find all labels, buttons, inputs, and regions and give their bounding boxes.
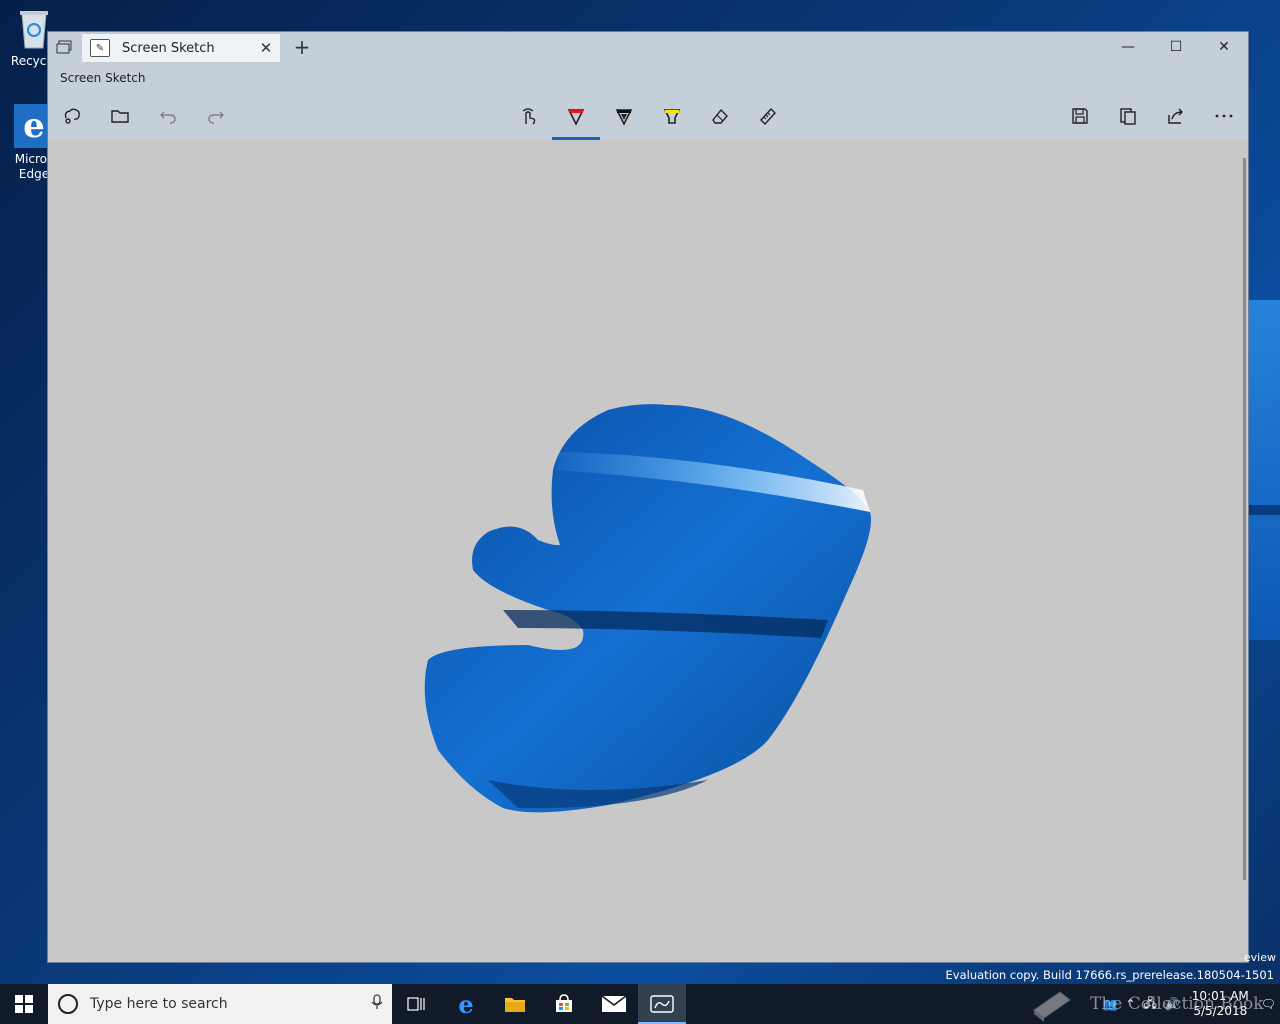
- search-placeholder: Type here to search: [90, 996, 228, 1012]
- microphone-icon[interactable]: [362, 994, 392, 1014]
- store-icon[interactable]: [540, 984, 588, 1024]
- start-button[interactable]: [0, 984, 48, 1024]
- open-folder-icon[interactable]: [96, 92, 144, 140]
- minimize-button[interactable]: —: [1104, 32, 1152, 62]
- highlighter-icon[interactable]: [648, 92, 696, 140]
- cortana-icon: [58, 994, 78, 1014]
- close-button[interactable]: ✕: [1200, 32, 1248, 62]
- tab-title: Screen Sketch: [122, 40, 215, 56]
- tab-switcher-icon[interactable]: [48, 32, 80, 62]
- screen-sketch-window: ✎ Screen Sketch ✕ + — ☐ ✕ Screen Sketch: [48, 32, 1248, 962]
- book-logo-icon: [1033, 991, 1071, 1022]
- ballpoint-pen-icon[interactable]: [552, 92, 600, 140]
- drawing-canvas[interactable]: [48, 140, 1248, 962]
- pencil-icon[interactable]: [600, 92, 648, 140]
- new-snip-icon[interactable]: [48, 92, 96, 140]
- touch-writing-icon[interactable]: [504, 92, 552, 140]
- task-view-icon[interactable]: [392, 984, 440, 1024]
- insider-preview-text: eview: [1243, 951, 1276, 964]
- vertical-scrollbar[interactable]: [1243, 158, 1246, 880]
- taskbar-search[interactable]: Type here to search: [48, 984, 392, 1024]
- windows-icon: [15, 995, 33, 1013]
- tab-screen-sketch[interactable]: ✎ Screen Sketch ✕: [82, 34, 280, 62]
- toolbar: [48, 92, 1248, 140]
- eraser-icon[interactable]: [696, 92, 744, 140]
- undo-icon[interactable]: [144, 92, 192, 140]
- mail-icon[interactable]: [590, 984, 638, 1024]
- edge-icon[interactable]: e: [442, 984, 490, 1024]
- tab-close-icon[interactable]: ✕: [252, 39, 280, 57]
- site-watermark: The Collection Book: [1030, 984, 1264, 1024]
- screen-sketch-icon[interactable]: [638, 984, 686, 1024]
- file-explorer-icon[interactable]: [491, 984, 539, 1024]
- evaluation-copy-text: Evaluation copy. Build 17666.rs_prerelea…: [945, 968, 1274, 982]
- freeform-snip-image: [424, 404, 872, 813]
- share-icon[interactable]: [1152, 92, 1200, 140]
- screen-sketch-icon: ✎: [90, 39, 110, 57]
- redo-icon[interactable]: [192, 92, 240, 140]
- title-bar[interactable]: ✎ Screen Sketch ✕ + — ☐ ✕: [48, 32, 1248, 62]
- app-title: Screen Sketch: [48, 62, 1248, 92]
- copy-icon[interactable]: [1104, 92, 1152, 140]
- more-icon[interactable]: [1200, 92, 1248, 140]
- new-tab-button[interactable]: +: [288, 34, 316, 62]
- maximize-button[interactable]: ☐: [1152, 32, 1200, 62]
- ruler-icon[interactable]: [744, 92, 792, 140]
- save-icon[interactable]: [1056, 92, 1104, 140]
